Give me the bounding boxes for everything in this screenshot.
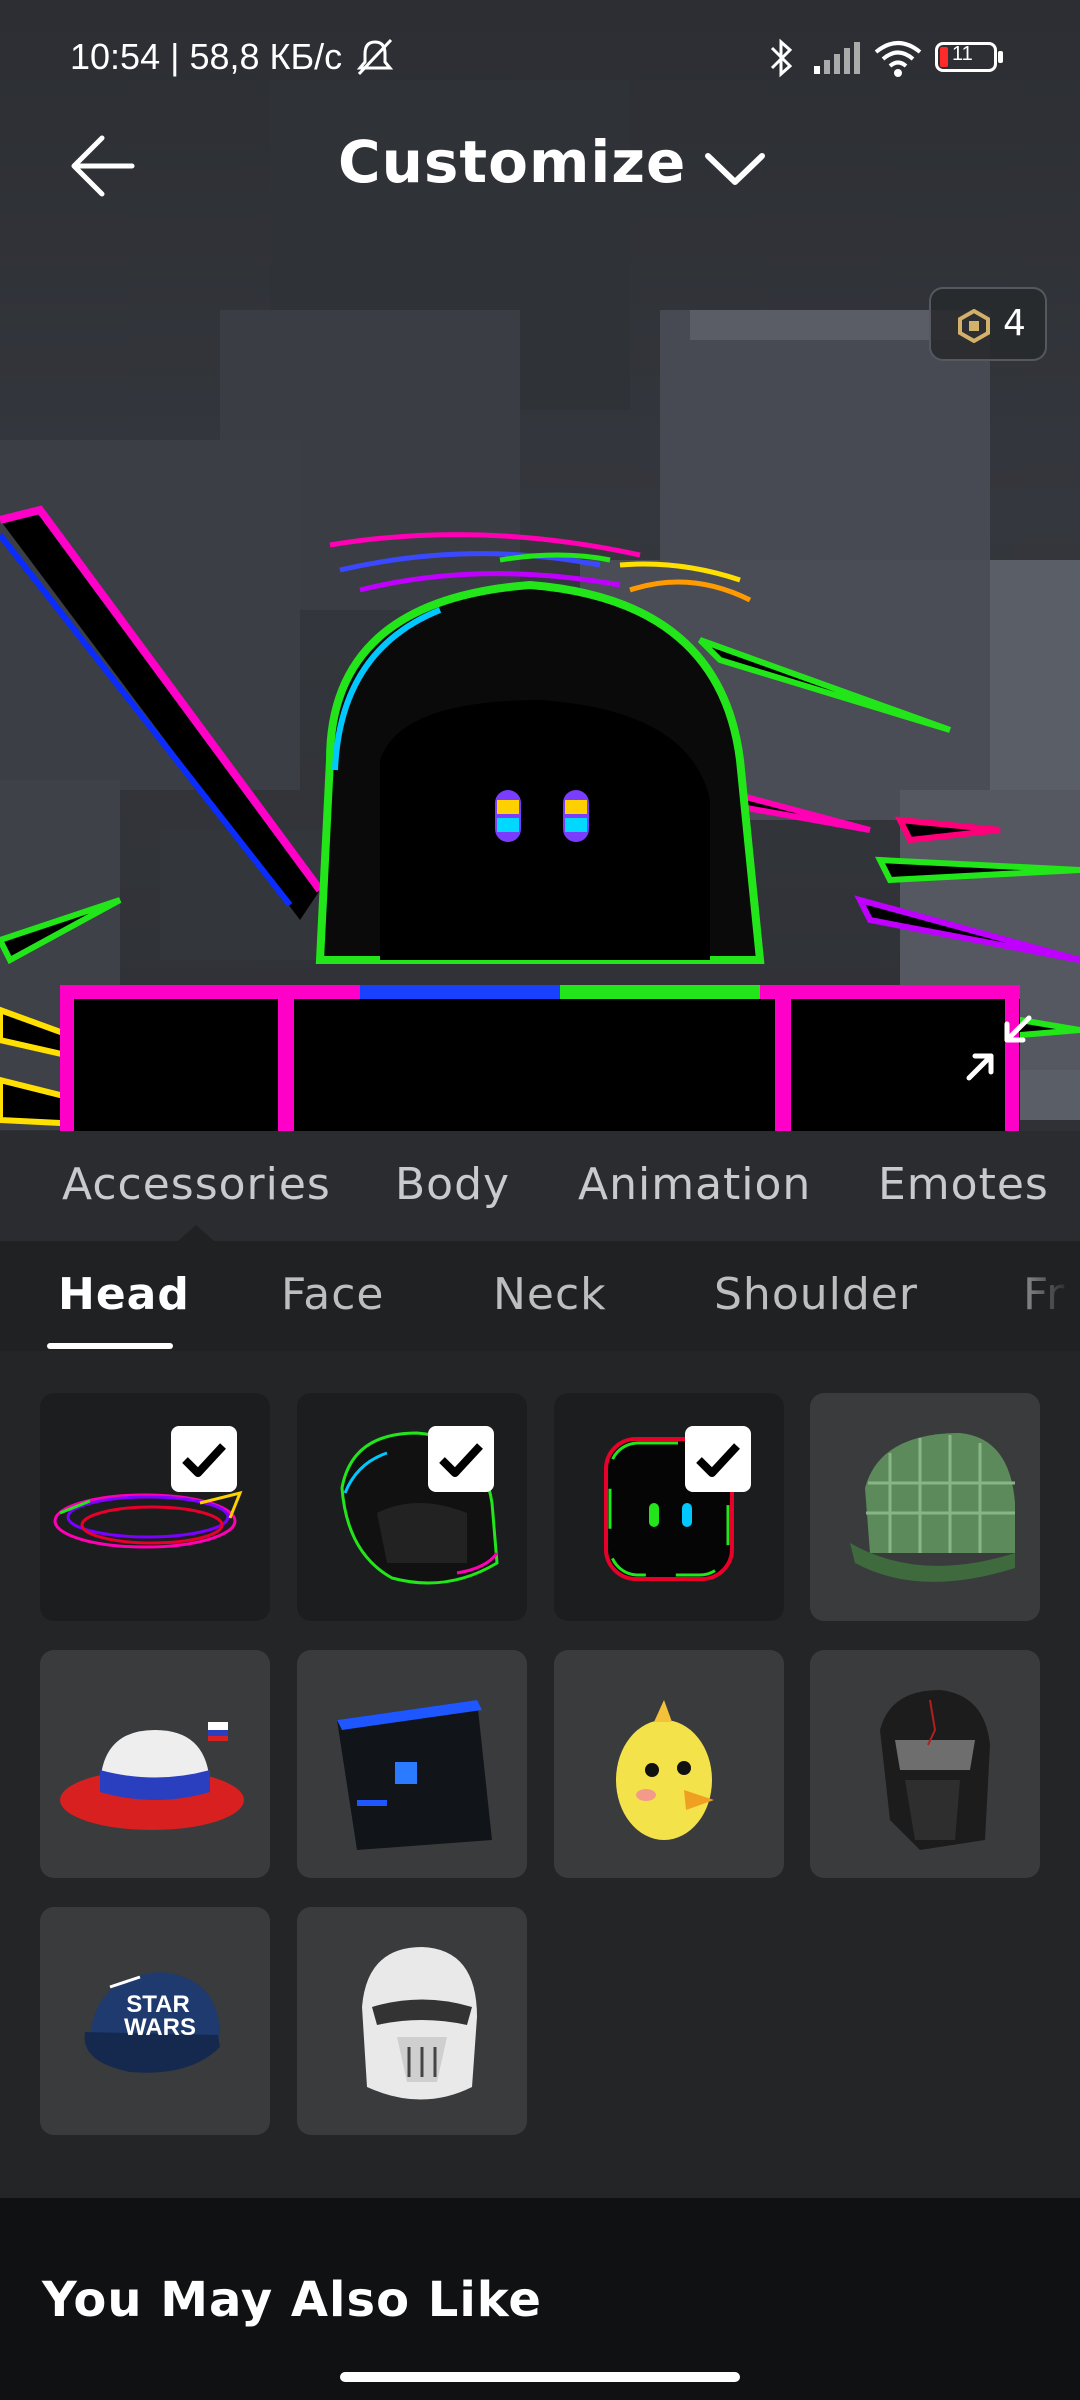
category-tab-bar: Accessories Body Animation Emotes [0, 1131, 1080, 1241]
status-time: 10:54 | 58,8 КБ/с [70, 36, 343, 77]
item-tile[interactable] [40, 1393, 270, 1621]
item-tile[interactable] [810, 1650, 1040, 1878]
star-wars-cap-icon: STAR WARS [84, 1972, 220, 2073]
tab-emotes[interactable]: Emotes [878, 1159, 1049, 1210]
subcategory-tab-bar: Head Face Neck Shoulder Fr [0, 1241, 1080, 1351]
equipped-checkmark [171, 1426, 237, 1492]
fedora-hat-icon [60, 1722, 244, 1830]
avatar-preview[interactable]: 10:54 | 58,8 КБ/с 11 Customize 4 [0, 0, 1080, 1131]
recommendations-title: You May Also Like [42, 2272, 542, 2328]
back-button[interactable] [62, 124, 152, 214]
checkmark-icon [182, 1443, 226, 1477]
tab-scroll-fade [1000, 1241, 1080, 1351]
trooper-helmet-icon [362, 1947, 477, 2100]
tab-body[interactable]: Body [395, 1159, 510, 1210]
signal-icon [814, 42, 860, 74]
equipped-checkmark [685, 1426, 751, 1492]
item-tile[interactable] [40, 1650, 270, 1878]
dark-cube-icon [337, 1700, 492, 1850]
page-title[interactable]: Customize [338, 128, 686, 196]
robux-amount: 4 [1003, 303, 1026, 344]
chick-head-icon [616, 1700, 714, 1840]
status-bar: 10:54 | 58,8 КБ/с 11 [0, 0, 1080, 118]
title-dropdown-button[interactable] [700, 140, 770, 200]
item-tile[interactable] [297, 1393, 527, 1621]
active-tab-indicator [178, 1225, 214, 1241]
active-subtab-underline [47, 1343, 173, 1349]
item-tile[interactable] [297, 1907, 527, 2135]
wifi-icon [874, 41, 922, 77]
cap-print-wars: WARS [124, 2014, 196, 2041]
tab-animation[interactable]: Animation [578, 1159, 811, 1210]
bluetooth-icon [770, 38, 793, 78]
subtab-face[interactable]: Face [281, 1269, 385, 1320]
collapse-view-button[interactable] [963, 1012, 1035, 1084]
subtab-shoulder[interactable]: Shoulder [714, 1269, 918, 1320]
dark-helmet-icon [880, 1690, 990, 1850]
tab-accessories[interactable]: Accessories [62, 1159, 331, 1210]
item-grid: STAR WARS [0, 1351, 1080, 2200]
collapse-arrows-icon [966, 1015, 1032, 1081]
recommendations-section: You May Also Like [0, 2198, 1080, 2400]
checkmark-icon [696, 1443, 740, 1477]
item-tile[interactable] [554, 1393, 784, 1621]
home-indicator[interactable] [340, 2372, 740, 2382]
item-tile[interactable] [810, 1393, 1040, 1621]
robux-icon [958, 309, 990, 343]
notifications-muted-icon [356, 38, 394, 76]
battery-level: 11 [952, 43, 973, 65]
item-tile[interactable] [297, 1650, 527, 1878]
checkmark-icon [439, 1443, 483, 1477]
plaid-cap-icon [850, 1433, 1015, 1582]
equipped-checkmark [428, 1426, 494, 1492]
battery-icon: 11 [935, 42, 1003, 72]
back-arrow-icon [71, 135, 135, 197]
subtab-head[interactable]: Head [58, 1269, 190, 1320]
robux-balance-badge[interactable]: 4 [929, 287, 1047, 361]
subtab-neck[interactable]: Neck [493, 1269, 607, 1320]
item-tile[interactable]: STAR WARS [40, 1907, 270, 2135]
chevron-down-icon [705, 153, 765, 185]
item-tile[interactable] [554, 1650, 784, 1878]
